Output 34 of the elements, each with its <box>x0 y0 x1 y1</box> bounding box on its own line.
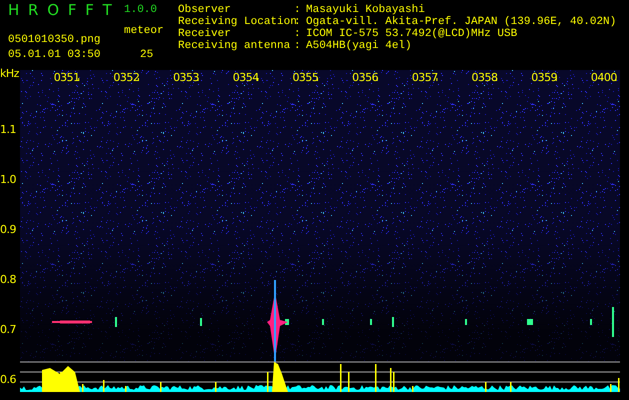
time-label: 0355 <box>292 72 318 84</box>
meteor-count: 25 <box>139 48 154 62</box>
info-value: A504HB(yagi 4el) <box>306 39 413 51</box>
app-version: 1.0.0 <box>124 3 158 17</box>
frequency-label: 1.0 <box>0 174 17 186</box>
time-label: 0358 <box>472 72 498 84</box>
time-label: 0352 <box>113 72 140 84</box>
time-label: 0351 <box>54 72 80 84</box>
info-value: Ogata-vill. Akita-Pref. JAPAN (139.96E, 40.02N) <box>306 15 616 27</box>
info-label: Receiving Location <box>178 15 294 27</box>
time-label: 0354 <box>232 72 259 84</box>
time-label: 0357 <box>412 72 438 84</box>
frequency-label: 0.6 <box>0 374 17 386</box>
info-label: Receiving antenna <box>178 39 292 51</box>
info-label: Observer <box>178 3 232 15</box>
info-value: ICOM IC-575 53.7492(@LCD)MHz USB <box>306 27 518 39</box>
frequency-label: 0.8 <box>0 274 17 286</box>
time-label: 0400 <box>590 72 617 84</box>
date-time: 05.01.01 03:50 <box>8 48 102 62</box>
app-title: H R O F F T <box>8 3 115 17</box>
frequency-label: 0.7 <box>0 324 17 336</box>
file-name: 0501010350.png <box>8 33 102 47</box>
frequency-label: 1.1 <box>0 124 17 136</box>
counter-label: meteor <box>124 24 165 32</box>
axis-unit: kHz <box>0 68 20 80</box>
info-value: Masayuki Kobayashi <box>306 3 426 15</box>
info-separator: : <box>294 39 302 51</box>
time-label: 0356 <box>352 72 378 84</box>
time-label: 0353 <box>173 72 200 84</box>
info-label: Receiver <box>178 27 232 39</box>
info-separator: : <box>294 3 302 15</box>
frequency-label: 0.9 <box>0 224 17 236</box>
info-separator: : <box>294 27 302 39</box>
time-label: 0359 <box>531 72 558 84</box>
